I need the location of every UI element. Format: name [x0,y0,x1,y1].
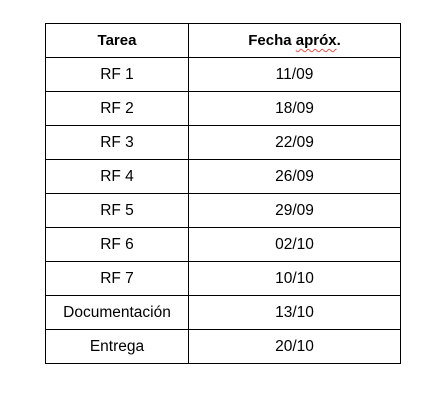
header-date: Fecha apróx. [188,23,401,58]
table-row: RF 5 29/09 [45,193,401,228]
table-header-row: Tarea Fecha apróx. [45,23,401,58]
table-row: RF 6 02/10 [45,227,401,262]
header-date-word: apróx [295,32,337,49]
header-date-prefix: Fecha [248,32,296,49]
task-cell: RF 5 [45,193,189,228]
date-cell: 10/10 [188,261,401,296]
date-cell: 29/09 [188,193,401,228]
table-row: RF 7 10/10 [45,261,401,296]
task-cell: RF 2 [45,91,189,126]
date-cell: 18/09 [188,91,401,126]
schedule-table: Tarea Fecha apróx. RF 1 11/09 RF 2 18/09… [45,23,401,364]
task-cell: RF 6 [45,227,189,262]
table-row: RF 1 11/09 [45,57,401,92]
date-cell: 13/10 [188,295,401,330]
task-cell: Entrega [45,329,189,364]
table-row: Entrega 20/10 [45,329,401,364]
date-cell: 11/09 [188,57,401,92]
date-cell: 20/10 [188,329,401,364]
header-task: Tarea [45,23,189,58]
task-cell: RF 4 [45,159,189,194]
date-cell: 26/09 [188,159,401,194]
task-cell: RF 7 [45,261,189,296]
date-cell: 02/10 [188,227,401,262]
table-row: RF 2 18/09 [45,91,401,126]
task-cell: Documentación [45,295,189,330]
task-cell: RF 1 [45,57,189,92]
table-row: Documentación 13/10 [45,295,401,330]
table-row: RF 3 22/09 [45,125,401,160]
date-cell: 22/09 [188,125,401,160]
header-date-suffix: . [336,32,341,49]
table-row: RF 4 26/09 [45,159,401,194]
task-cell: RF 3 [45,125,189,160]
